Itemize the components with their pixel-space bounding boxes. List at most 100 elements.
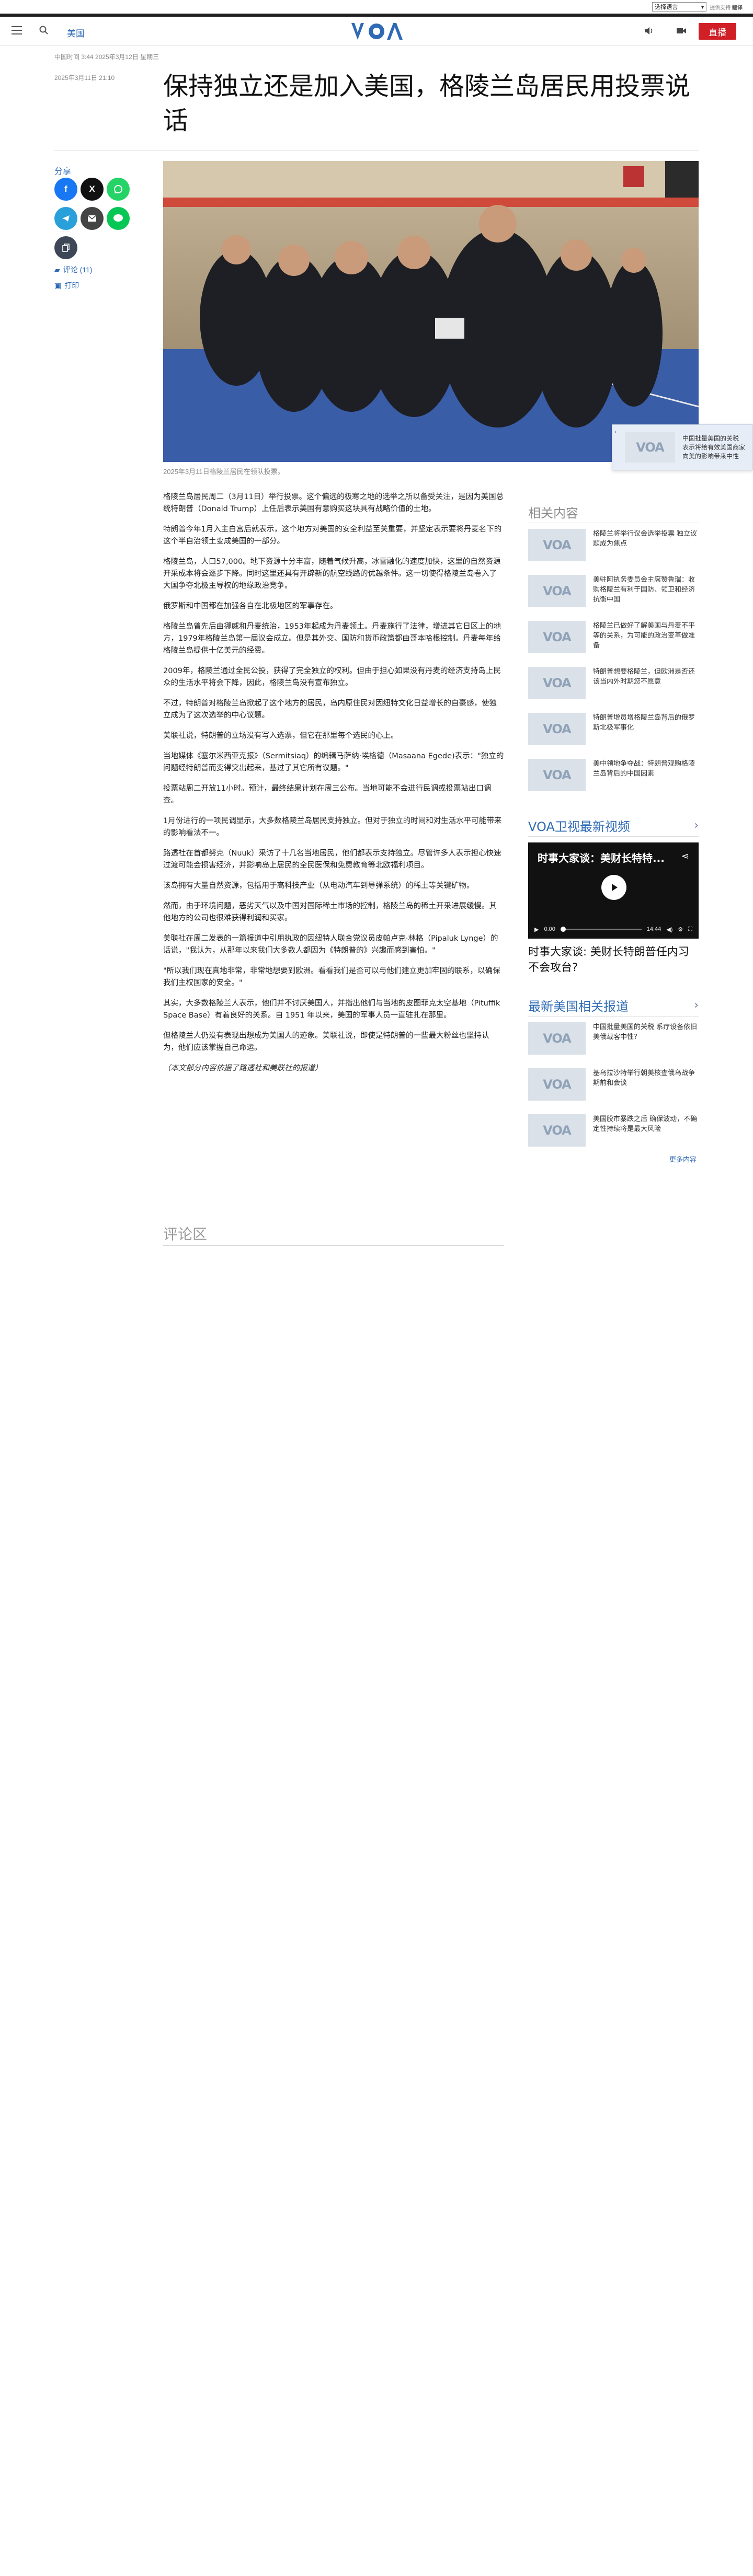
language-select-label: 选择语言 xyxy=(655,4,678,10)
video-progress-bar[interactable] xyxy=(560,926,642,932)
list-item[interactable]: VOA 格陵兰将举行议会选举投票 独立议题成为焦点 xyxy=(528,529,699,575)
list-item[interactable]: VOA 中国批量美国的关税 系疗设备依旧美俄载客中性? xyxy=(528,1022,699,1068)
latest-item-text: 基乌拉沙特举行朝美核查俄乌战争期前和会谈 xyxy=(593,1069,695,1087)
line-icon[interactable] xyxy=(107,207,130,230)
comments-heading: 评论区 xyxy=(163,1226,208,1243)
print-link[interactable]: ▣ 打印 xyxy=(54,280,79,291)
more-content-link[interactable]: 更多内容 xyxy=(669,1154,697,1164)
translate-bar: 选择语言 ▾ 提供支持 翻译 xyxy=(0,0,753,14)
video-caption[interactable]: 时事大家谈: 美财长特朗普任内习不会攻台? xyxy=(528,944,699,975)
video-overlay-title: 时事大家谈：美财长特特... xyxy=(538,852,665,864)
related-item-text: 美中领地争夺战：特朗普观购格陵兰岛背后的中国因素 xyxy=(593,760,695,778)
volume-icon[interactable]: ◀) xyxy=(666,926,672,933)
related-item-text: 特朗普想要格陵兰，但欧洲是否还 该当内外时期您不愿意 xyxy=(593,668,695,686)
article-paragraph: 不过，特朗普对格陵兰岛掀起了这个地方的居民，岛内原住民对因纽特文化日益增长的自豪… xyxy=(163,699,497,720)
floating-card-thumbnail: VOA xyxy=(625,432,675,463)
latest-item-text: 美国股市暴跌之后 确保波动，不确定性持续将是最大风险 xyxy=(593,1115,698,1133)
print-link-label: 打印 xyxy=(64,281,79,290)
related-item-text: 美驻阿执务委员会主席赞鲁瑞：收购格陵兰有利于国防、领卫和经济 抗衡中国 xyxy=(593,576,695,604)
list-item[interactable]: VOA 特朗普想要格陵兰，但欧洲是否还 该当内外时期您不愿意 xyxy=(528,667,699,713)
comment-icon: ▰ xyxy=(54,265,60,274)
latest-thumbnail: VOA xyxy=(528,1114,586,1147)
related-thumbnail: VOA xyxy=(528,667,586,699)
translate-powered-prefix: 提供支持 xyxy=(710,5,731,11)
related-thumbnail: VOA xyxy=(528,575,586,607)
related-list: VOA 格陵兰将举行议会选举投票 独立议题成为焦点 VOA 美驻阿执务委员会主席… xyxy=(528,529,699,805)
list-item[interactable]: VOA 美中领地争夺战：特朗普观购格陵兰岛背后的中国因素 xyxy=(528,759,699,805)
article-paragraph: 格陵兰岛曾先后由挪威和丹麦统治，1953年起成为丹麦领土。丹麦施行了法律，增进其… xyxy=(163,622,501,655)
article-paragraph: 特朗普今年1月入主白宫后就表示，这个地方对美国的安全利益至关重要，并坚定表示要将… xyxy=(163,525,502,546)
article-paragraph: 但格陵兰人仍没有表现出想成为美国人的迹象。美联社说，即使是特朗普的一些最大粉丝也… xyxy=(163,1032,489,1052)
settings-icon[interactable]: ⚙ xyxy=(678,926,683,933)
related-item-text: 特朗普增员增格陵兰岛背后的俄罗斯北极军事化 xyxy=(593,714,695,732)
list-item[interactable]: VOA 美驻阿执务委员会主席赞鲁瑞：收购格陵兰有利于国防、领卫和经济 抗衡中国 xyxy=(528,575,699,621)
comments-divider xyxy=(163,1245,504,1246)
comments-link-label: 评论 (11) xyxy=(63,265,93,274)
related-thumbnail: VOA xyxy=(528,529,586,561)
list-item[interactable]: VOA 格陵兰已做好了解美国与丹麦不平等的关系，为可能的政治变革做准备 xyxy=(528,621,699,667)
article-paragraph: 当地媒体《塞尔米西亚克报》（Sermitsiaq）的编辑马萨纳·埃格德（Masa… xyxy=(163,752,504,772)
related-thumbnail: VOA xyxy=(528,621,586,653)
video-time-current: 0:00 xyxy=(544,926,555,932)
translate-brand[interactable]: 翻译 xyxy=(732,5,743,11)
whatsapp-icon[interactable] xyxy=(107,178,130,201)
floating-related-card[interactable]: › VOA 中国批量美国的关税 表示将给有效美国商家向美的影响带来中性 xyxy=(612,424,753,470)
article-paragraph: 投票站周二开放11小时。预计，最终结果计划在周三公布。当地可能不会进行民调或投票… xyxy=(163,784,492,805)
voa-logo[interactable] xyxy=(348,20,405,43)
play-button[interactable] xyxy=(601,875,626,900)
share-icon[interactable]: ⋖ xyxy=(681,851,689,862)
video-camera-icon[interactable] xyxy=(676,26,687,36)
article-paragraph: 该岛拥有大量自然资源，包括用于高科技产业（从电动汽车到导弹系统）的稀土等关键矿物… xyxy=(163,882,474,890)
audio-icon[interactable] xyxy=(643,25,655,37)
share-label: 分享 xyxy=(54,167,72,176)
list-item[interactable]: VOA 基乌拉沙特举行朝美核查俄乌战争期前和会谈 xyxy=(528,1068,699,1114)
timeline-text: 中国时间 3:44 2025年3月12日 星期三 xyxy=(54,53,159,61)
progress-handle[interactable] xyxy=(560,926,566,932)
related-item-text: 格陵兰将举行议会选举投票 独立议题成为焦点 xyxy=(593,530,698,548)
article-paragraph: 1月份进行的一项民调显示，大多数格陵兰岛居民支持独立。但对于独立的时间和对生活水… xyxy=(163,817,502,837)
print-icon: ▣ xyxy=(54,281,62,290)
article-paragraph: "所以我们现在真地非常，非常地想要到欧洲。看看我们是否可以与他们建立更加牢固的联… xyxy=(163,967,500,987)
site-header: 美国 直播 xyxy=(0,17,753,46)
search-icon[interactable] xyxy=(39,25,49,36)
source-note: （本文部分内容依据了路透社和美联社的报道） xyxy=(163,1064,323,1072)
play-icon[interactable]: ▶ xyxy=(534,926,539,933)
photo-caption: 2025年3月11日格陵兰居民在领队投票。 xyxy=(163,468,284,476)
article-paragraph: 其实，大多数格陵兰人表示，他们并不讨厌美国人，并指出他们与当地的皮图菲克太空基地… xyxy=(163,999,500,1020)
video-heading-link[interactable]: VOA卫视最新视频 › xyxy=(528,816,699,835)
article-paragraph: 俄罗斯和中国都在加强各自在北极地区的军事存在。 xyxy=(163,602,338,610)
live-button[interactable]: 直播 xyxy=(699,23,736,40)
section-link[interactable]: 美国 xyxy=(67,26,85,39)
video-heading: VOA卫视最新视频 xyxy=(528,819,630,834)
article-paragraph: 美联社在周二发表的一篇报道中引用执政的因纽特人联合党议员皮帕卢克·林格（Pipa… xyxy=(163,934,498,955)
fullscreen-icon[interactable]: ⛶ xyxy=(688,926,692,933)
video-divider xyxy=(528,836,699,837)
copy-link-icon[interactable] xyxy=(54,236,77,259)
share-buttons: f X xyxy=(54,178,133,259)
video-player[interactable]: 时事大家谈：美财长特特... ⋖ ▶ 0:00 14:44 ◀) ⚙ ⛶ xyxy=(528,842,699,939)
latest-thumbnail: VOA xyxy=(528,1068,586,1101)
related-thumbnail: VOA xyxy=(528,759,586,791)
email-icon[interactable] xyxy=(81,207,104,230)
article-paragraph: 路透社在首都努克（Nuuk）采访了十几名当地居民，他们都表示支持独立。尽管许多人… xyxy=(163,849,501,870)
article-body: 格陵兰岛居民周二（3月11日）举行投票。这个偏远的极寒之地的选举之所以备受关注，… xyxy=(163,491,504,1083)
chevron-down-icon: ▾ xyxy=(701,4,704,10)
related-thumbnail: VOA xyxy=(528,713,586,745)
comments-link[interactable]: ▰ 评论 (11) xyxy=(54,264,93,275)
article-paragraph: 然而，由于环境问题，恶劣天气以及中国对国际稀土市场的控制，格陵兰岛的稀土开采进展… xyxy=(163,902,497,922)
latest-heading: 最新美国相关报道 xyxy=(528,999,629,1014)
latest-item-text: 中国批量美国的关税 系疗设备依旧美俄载客中性? xyxy=(593,1023,698,1041)
article-paragraph: 格陵兰岛居民周二（3月11日）举行投票。这个偏远的极寒之地的选举之所以备受关注，… xyxy=(163,493,504,513)
x-icon[interactable]: X xyxy=(81,178,104,201)
video-time-total: 14:44 xyxy=(646,926,661,932)
hero-photo xyxy=(163,161,699,462)
language-select[interactable]: 选择语言 ▾ xyxy=(652,2,707,11)
latest-heading-link[interactable]: 最新美国相关报道 › xyxy=(528,996,699,1014)
menu-icon[interactable] xyxy=(12,26,22,34)
facebook-icon[interactable]: f xyxy=(54,178,77,201)
list-item[interactable]: VOA 特朗普增员增格陵兰岛背后的俄罗斯北极军事化 xyxy=(528,713,699,759)
chevron-right-icon: › xyxy=(694,999,699,1012)
list-item[interactable]: VOA 美国股市暴跌之后 确保波动，不确定性持续将是最大风险 xyxy=(528,1114,699,1160)
page-title: 保持独立还是加入美国，格陵兰岛居民用投票说话 xyxy=(163,72,691,135)
telegram-icon[interactable] xyxy=(54,207,77,230)
